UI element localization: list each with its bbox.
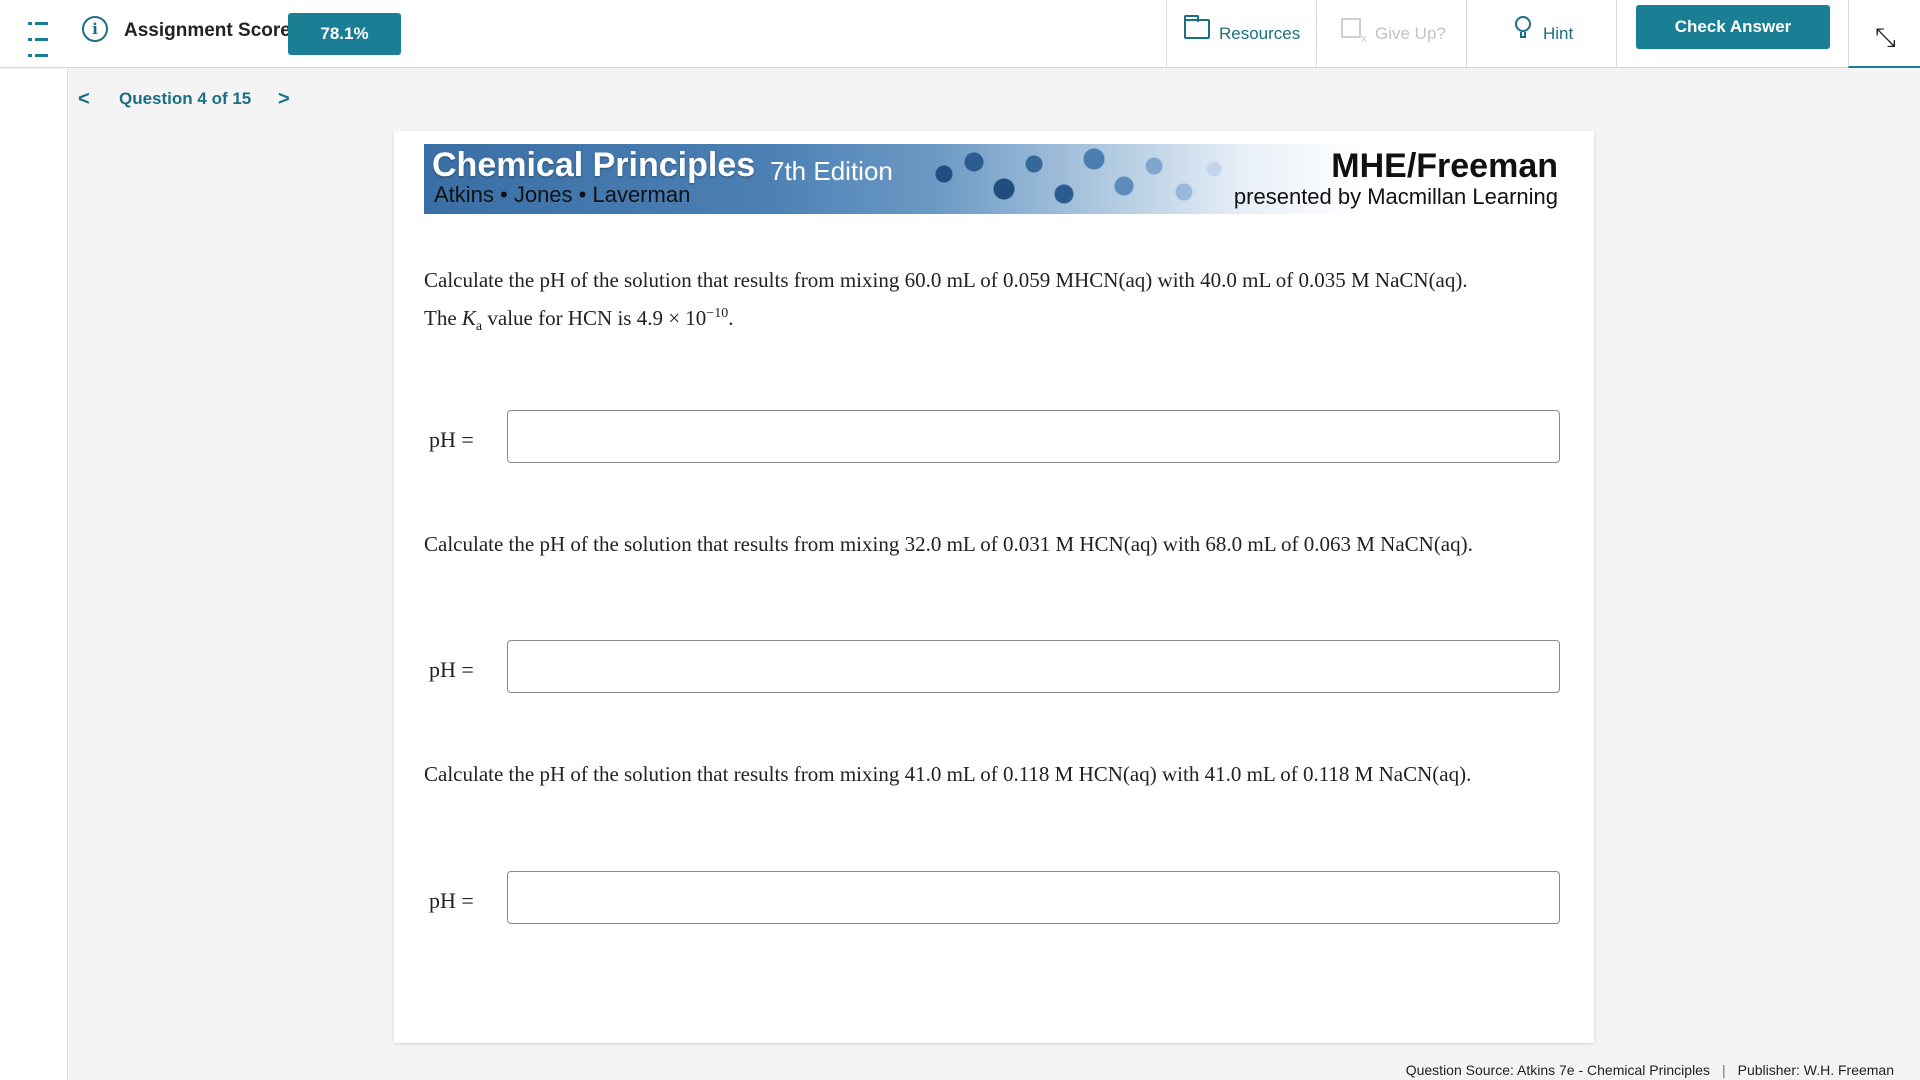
ka-symbol: Ka (461, 306, 483, 335)
question-3-text: Calculate the pH of the solution that re… (424, 762, 1472, 786)
question-1-line-2: The Ka value for HCN is 4.9 × 10−10. (424, 306, 734, 335)
question-2-text: Calculate the pH of the solution that re… (424, 532, 1473, 556)
give-up-button: Give Up? (1316, 0, 1466, 68)
molecule-graphic (924, 144, 1284, 214)
book-title: Chemical Principles (432, 146, 756, 184)
assignment-score-badge: 78.1% (288, 13, 401, 55)
give-up-label: Give Up? (1375, 24, 1446, 43)
footer-separator: | (1721, 1062, 1726, 1078)
question-source: Question Source: Atkins 7e - Chemical Pr… (1405, 1062, 1710, 1078)
question-source-footer: Question Source: Atkins 7e - Chemical Pr… (1406, 1062, 1894, 1078)
left-sidebar (0, 69, 68, 1080)
question-1-line-1: Calculate the pH of the solution that re… (424, 268, 1468, 292)
answer-3-label: pH = (429, 888, 474, 913)
presented-by: presented by Macmillan Learning (1233, 184, 1558, 209)
lightbulb-icon (1515, 16, 1531, 40)
answer-3-input[interactable] (507, 871, 1560, 924)
publisher-name: MHE/Freeman (1331, 147, 1558, 185)
next-question-chevron-icon[interactable]: > (278, 88, 292, 110)
answer-2-input[interactable] (507, 640, 1560, 693)
answer-1-input[interactable] (507, 410, 1560, 463)
answer-1-label: pH = (429, 427, 474, 452)
menu-list-icon[interactable] (28, 22, 54, 57)
resources-label: Resources (1219, 24, 1301, 43)
question-card: Chemical Principles 7th Edition Atkins •… (394, 131, 1594, 1043)
exponent: −10 (706, 306, 729, 321)
info-icon[interactable]: i (82, 16, 108, 42)
book-edition: 7th Edition (770, 156, 893, 186)
folder-icon (1184, 15, 1210, 39)
assignment-score-label: Assignment Score: (124, 20, 298, 41)
resources-button[interactable]: Resources (1166, 0, 1316, 68)
collapse-button[interactable]: ⤡ (1848, 0, 1920, 68)
hint-button[interactable]: Hint (1466, 0, 1616, 68)
collapse-arrows-icon: ⤡ (1875, 23, 1896, 53)
top-bar: i Assignment Score: 78.1% Resources Give… (0, 0, 1920, 68)
publisher-credit: Publisher: W.H. Freeman (1737, 1062, 1894, 1078)
give-up-icon (1341, 18, 1367, 44)
question-counter[interactable]: Question 4 of 15 (119, 89, 251, 109)
answer-2-label: pH = (429, 657, 474, 682)
hint-label: Hint (1543, 24, 1574, 43)
book-authors: Atkins • Jones • Laverman (434, 182, 691, 207)
textbook-banner: Chemical Principles 7th Edition Atkins •… (424, 144, 1570, 214)
previous-question-chevron-icon[interactable]: < (78, 88, 92, 110)
check-answer-button[interactable]: Check Answer (1636, 5, 1830, 49)
question-1-text: Calculate the pH of the solution that re… (424, 263, 1468, 344)
